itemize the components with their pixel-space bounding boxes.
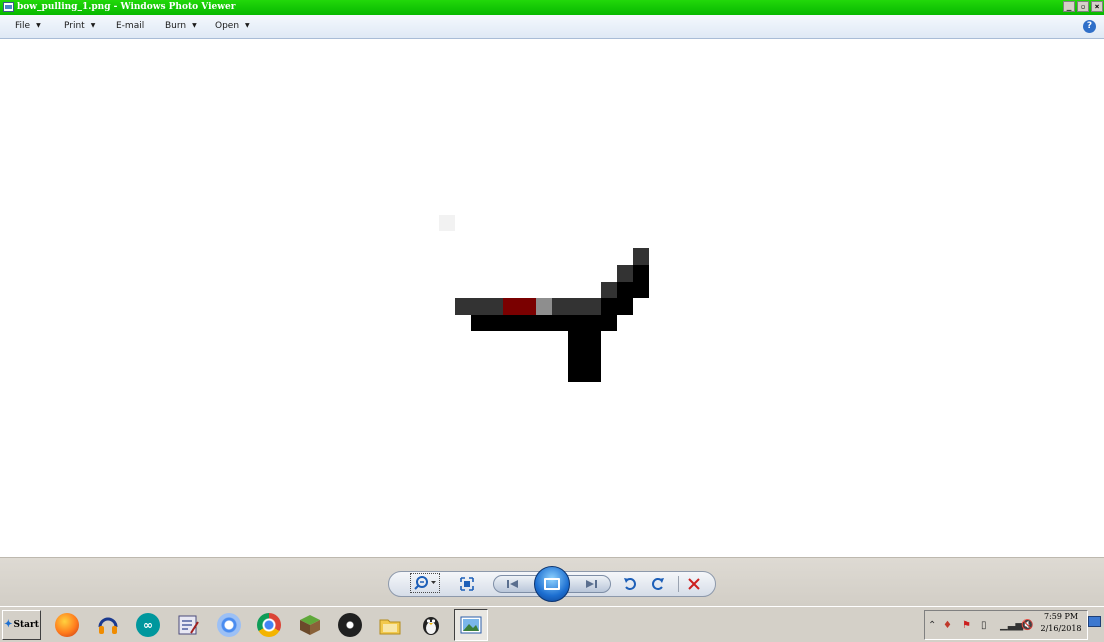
menu-file[interactable]: File ▼ xyxy=(15,21,41,31)
chevron-down-icon: ▼ xyxy=(245,22,250,29)
title-bar: bow_pulling_1.png - Windows Photo Viewer… xyxy=(0,0,1104,15)
chrome-icon xyxy=(257,613,281,637)
previous-button[interactable] xyxy=(504,577,522,591)
next-icon xyxy=(586,580,597,588)
clock-date: 2/16/2018 xyxy=(1040,624,1082,633)
taskbar-app-chrome[interactable] xyxy=(252,609,286,641)
slideshow-icon xyxy=(544,578,560,590)
chevron-down-icon: ▼ xyxy=(36,22,41,29)
taskbar-app-editor[interactable] xyxy=(171,609,205,641)
bow-pixel xyxy=(601,282,617,298)
start-label: Start xyxy=(13,620,39,630)
bow-pixel xyxy=(455,298,503,315)
control-separator xyxy=(678,576,679,592)
file-manager-icon xyxy=(379,619,401,635)
window-title: bow_pulling_1.png - Windows Photo Viewer xyxy=(17,2,236,12)
bow-pixel xyxy=(617,265,633,282)
menu-open-label: Open xyxy=(215,21,240,31)
fit-window-icon xyxy=(460,577,474,591)
previous-icon xyxy=(507,580,518,588)
windows-flag-icon: ✦ xyxy=(4,619,13,630)
chromium-icon xyxy=(217,613,241,637)
bow-pixel xyxy=(633,265,649,298)
clock-time: 7:59 PM xyxy=(1043,612,1079,621)
flag-error-icon[interactable]: ⚑ xyxy=(962,620,971,632)
rotate-counterclockwise-icon xyxy=(624,578,636,590)
menu-print[interactable]: Print ▼ xyxy=(64,21,95,31)
delete-icon xyxy=(688,578,700,590)
minecraft-icon xyxy=(300,615,320,635)
taskbar-app-chromium[interactable] xyxy=(212,609,246,641)
rotate-clockwise-icon xyxy=(652,578,664,590)
bow-pixel xyxy=(552,298,601,315)
linux-penguin-icon xyxy=(423,617,439,635)
taskbar-app-arduino[interactable]: ∞ xyxy=(131,609,165,641)
bow-pixel xyxy=(601,298,617,315)
menu-open[interactable]: Open ▼ xyxy=(215,21,250,31)
photo-viewer-icon xyxy=(460,616,482,634)
delete-button[interactable] xyxy=(686,576,702,592)
faint-pixel xyxy=(439,215,455,231)
menu-email[interactable]: E-mail xyxy=(116,21,144,31)
taskbar-app-photo-viewer[interactable] xyxy=(454,609,488,641)
arduino-icon: ∞ xyxy=(136,613,160,637)
zoom-button[interactable] xyxy=(410,573,440,593)
bow-pixel xyxy=(617,282,633,315)
minimize-button[interactable]: _ xyxy=(1063,1,1075,12)
show-desktop-icon[interactable] xyxy=(1088,616,1101,627)
bow-pixel xyxy=(503,298,536,315)
rotate-counterclockwise-button[interactable] xyxy=(622,576,638,592)
start-button[interactable]: ✦Start xyxy=(2,610,41,640)
help-icon[interactable]: ? xyxy=(1083,20,1096,33)
show-hidden-icons-icon[interactable]: ⌃ xyxy=(928,620,936,632)
image-view xyxy=(0,39,1104,557)
menu-file-label: File xyxy=(15,21,31,31)
app-tray-icon[interactable]: ♦ xyxy=(943,620,952,632)
obs-icon xyxy=(338,613,362,637)
taskbar-app-file-manager[interactable] xyxy=(373,609,407,641)
next-button[interactable] xyxy=(582,577,600,591)
rotate-clockwise-button[interactable] xyxy=(650,576,666,592)
chevron-down-icon: ▼ xyxy=(192,22,197,29)
audacity-icon xyxy=(98,617,118,634)
menu-email-label: E-mail xyxy=(116,21,145,31)
taskbar-app-linux[interactable] xyxy=(414,609,448,641)
photo-viewer-app-icon xyxy=(3,2,14,12)
taskbar-app-audacity[interactable] xyxy=(91,609,125,641)
menu-print-label: Print xyxy=(64,21,85,31)
taskbar-app-minecraft[interactable] xyxy=(293,609,327,641)
taskbar-app-obs[interactable] xyxy=(333,609,367,641)
slideshow-button[interactable] xyxy=(534,566,570,602)
taskbar-app-firefox[interactable] xyxy=(50,609,84,641)
bow-pixel xyxy=(471,315,617,331)
close-button[interactable]: × xyxy=(1091,1,1103,12)
clock[interactable]: 7:59 PM 2/16/2018 xyxy=(1038,611,1084,635)
taskbar: ✦Start ∞ ⌃ ♦ ⚑ ▯ ▁▃▅ 🔇 7:59 PM 2/16/2018 xyxy=(0,606,1104,642)
menu-burn[interactable]: Burn ▼ xyxy=(165,21,197,31)
network-signal-icon[interactable]: ▁▃▅ xyxy=(1000,620,1023,632)
chevron-down-icon: ▼ xyxy=(90,22,96,29)
firefox-icon xyxy=(55,613,79,637)
bow-pixel xyxy=(536,298,552,315)
bow-pixel xyxy=(633,248,649,265)
editor-icon xyxy=(178,615,199,635)
volume-muted-icon[interactable]: 🔇 xyxy=(1021,620,1033,632)
bow-pixel xyxy=(568,331,601,382)
window-controls: _ ▫ × xyxy=(1063,1,1103,12)
menu-bar: File ▼ Print ▼ E-mail Burn ▼ Open ▼ ? xyxy=(0,15,1104,39)
zoom-icon xyxy=(414,576,436,590)
menu-burn-label: Burn xyxy=(165,21,187,31)
fit-window-button[interactable] xyxy=(458,576,476,592)
restore-button[interactable]: ▫ xyxy=(1077,1,1089,12)
battery-icon[interactable]: ▯ xyxy=(981,620,987,632)
